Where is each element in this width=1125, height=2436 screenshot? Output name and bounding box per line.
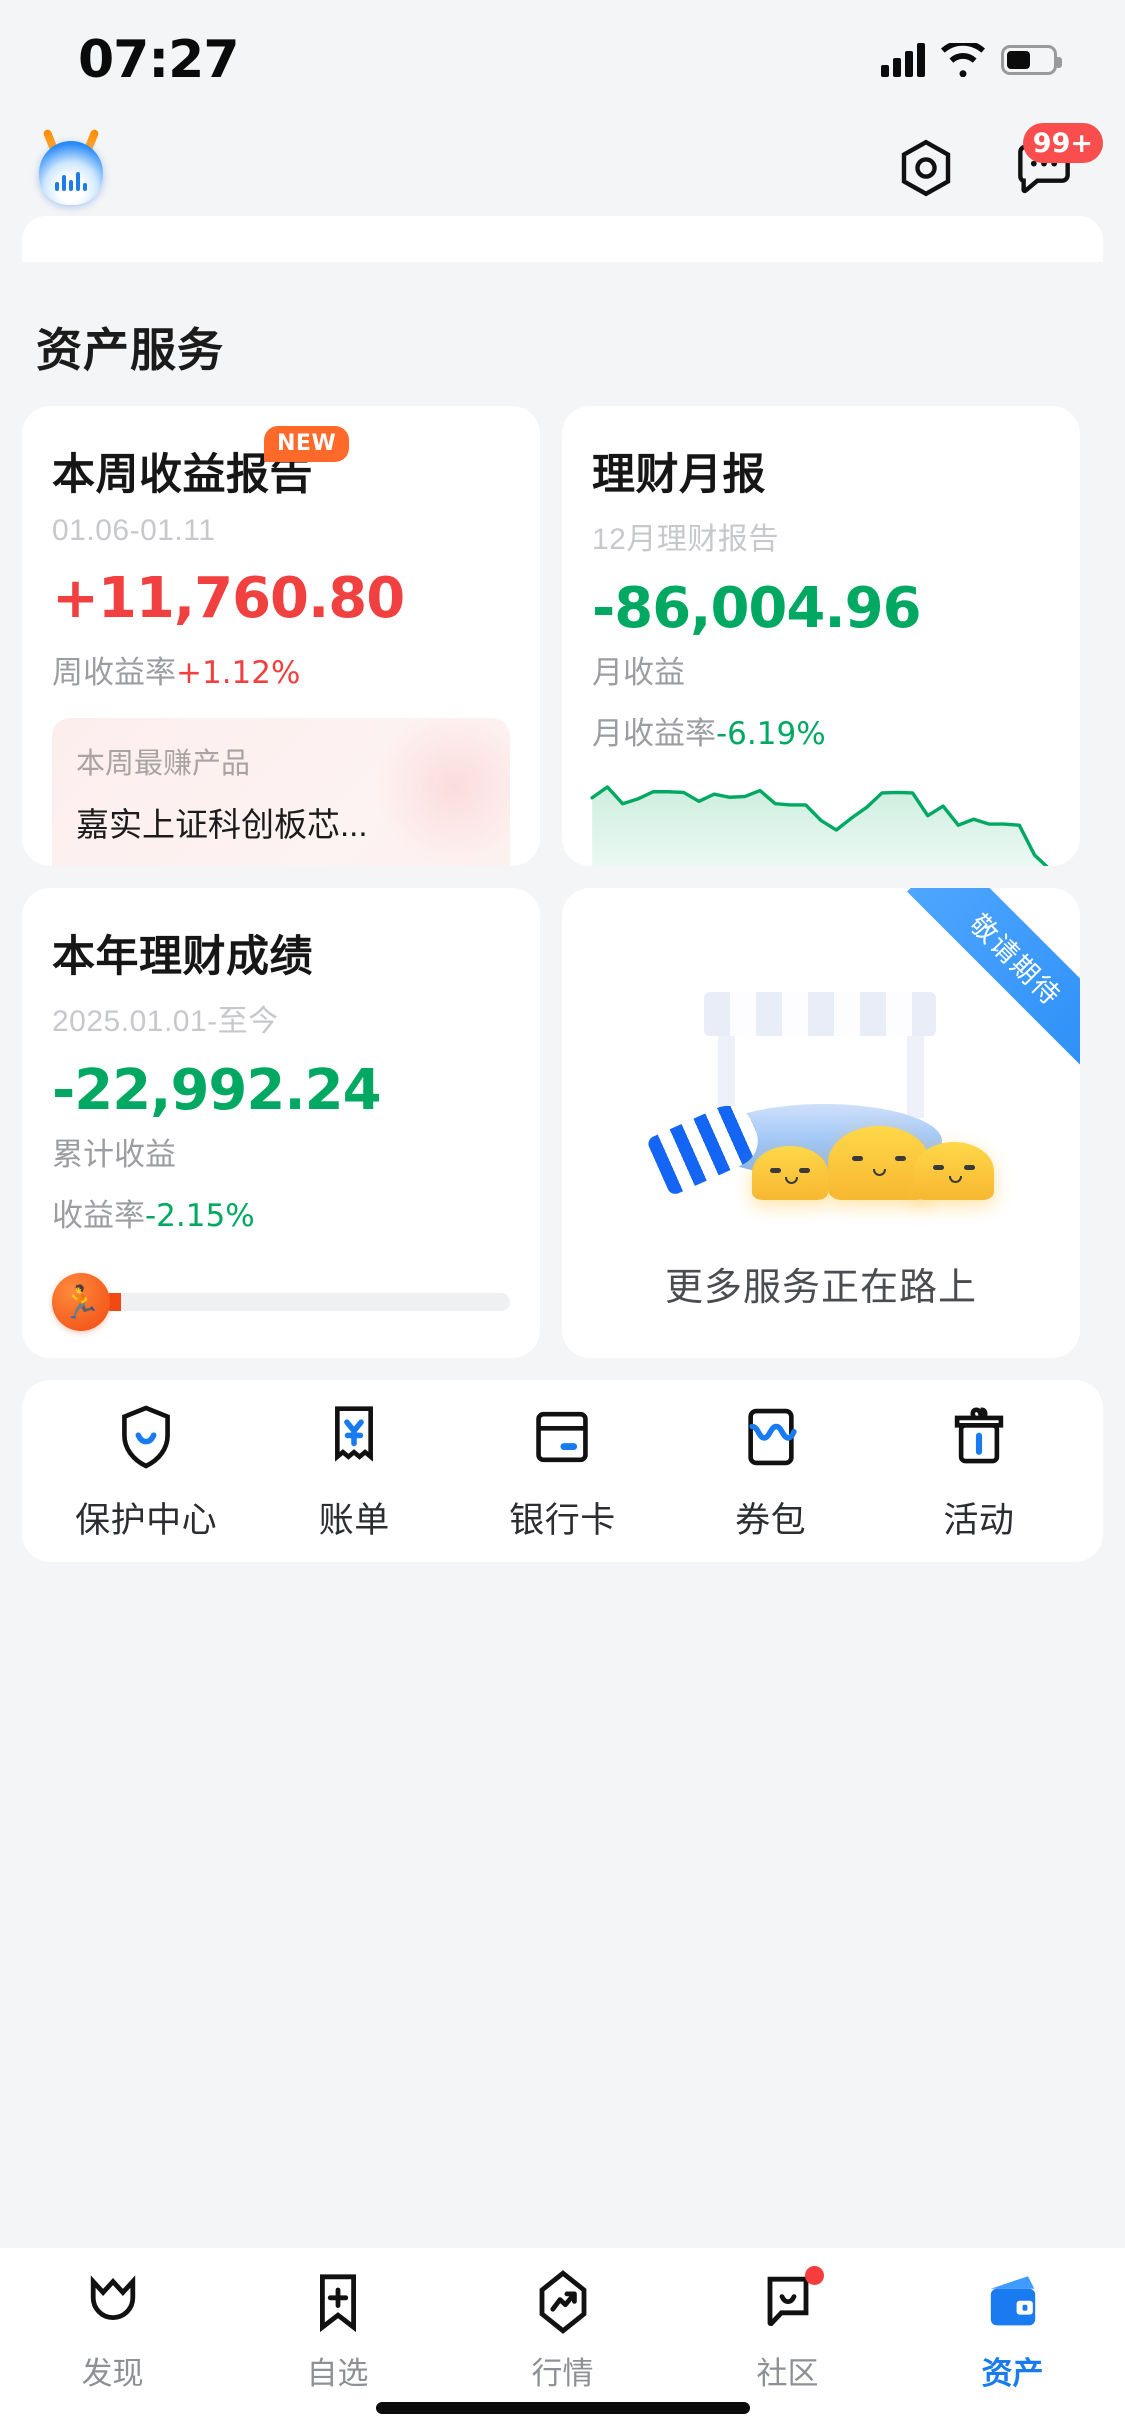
quick-link-coupon[interactable]: 券包 — [676, 1400, 866, 1543]
runner-icon: 🏃 — [52, 1273, 110, 1331]
yearly-progress: 🏃 — [52, 1273, 510, 1331]
market-icon — [539, 2270, 586, 2334]
status-time: 07:27 — [78, 30, 240, 90]
app-logo[interactable] — [30, 127, 112, 209]
bill-icon — [335, 1405, 374, 1462]
yearly-amount-label: 累计收益 — [52, 1137, 176, 1172]
new-badge: NEW — [264, 426, 350, 462]
quick-link-bankcard[interactable]: 银行卡 — [467, 1400, 657, 1543]
monthly-subtitle: 12月理财报告 — [592, 523, 779, 556]
yearly-rate-row: 收益率-2.15% — [52, 1190, 510, 1235]
message-badge: 99+ — [1022, 123, 1103, 163]
app-screen: 07:27 99+ 资产服务 本周收益报告 NEW 01.06-01.11 +1… — [0, 0, 1125, 2436]
yearly-rate-label: 收益率 — [52, 1198, 145, 1233]
asset-service-card-grid: 本周收益报告 NEW 01.06-01.11 +11,760.80 周收益率+1… — [0, 406, 1125, 1358]
weekly-date-range: 01.06-01.11 — [52, 514, 216, 547]
yearly-performance-card[interactable]: 本年理财成绩 2025.01.01-至今 -22,992.24 累计收益 收益率… — [22, 888, 540, 1358]
coupon-icon — [747, 1408, 797, 1465]
tab-label: 社区 — [756, 2356, 819, 2391]
app-header-actions: 99+ — [893, 123, 1103, 201]
coming-soon-card[interactable]: 敬请期待 更多服务正在路上 — [562, 888, 1080, 1358]
yearly-amount: -22,992.24 — [52, 1058, 382, 1123]
yearly-date-range: 2025.01.01-至今 — [52, 1005, 279, 1038]
weekly-rate-value: +1.12% — [176, 655, 301, 691]
message-icon[interactable]: 99+ — [1011, 123, 1103, 201]
monthly-report-card[interactable]: 理财月报 12月理财报告 -86,004.96 月收益 月收益率-6.19% — [562, 406, 1080, 866]
tab-assets[interactable]: 资产 — [900, 2266, 1125, 2393]
food-stall-illustration — [645, 992, 994, 1222]
cellular-signal-icon — [881, 43, 925, 77]
quick-link-protection[interactable]: 保护中心 — [51, 1400, 241, 1543]
home-indicator — [375, 2402, 750, 2414]
monthly-card-title: 理财月报 — [592, 451, 766, 499]
wifi-icon — [941, 43, 985, 77]
quick-link-label: 保护中心 — [75, 1500, 218, 1540]
weekly-rate-row: 周收益率+1.12% — [52, 647, 510, 692]
monthly-rate-value: -6.19% — [716, 716, 826, 752]
page-title: 资产服务 — [36, 324, 224, 376]
monthly-return-chart: 12-01 12-31 — [586, 775, 1056, 866]
status-bar: 07:27 — [0, 0, 1125, 120]
monthly-amount-label: 月收益 — [592, 655, 685, 690]
tab-community[interactable]: 社区 — [675, 2266, 900, 2393]
shield-icon — [122, 1405, 170, 1469]
community-notification-dot — [805, 2266, 824, 2285]
monthly-chart-svg — [590, 785, 1049, 866]
tab-watchlist[interactable]: 自选 — [225, 2266, 450, 2393]
tab-label: 发现 — [81, 2356, 144, 2391]
quick-links-bar: 保护中心 账单 银行卡 券包 活动 — [22, 1380, 1103, 1562]
weekly-amount: +11,760.80 — [52, 566, 405, 631]
assets-icon — [990, 2276, 1035, 2326]
watchlist-icon — [319, 2274, 356, 2333]
battery-icon — [1001, 45, 1062, 75]
yearly-rate-value: -2.15% — [145, 1198, 255, 1234]
tab-label: 自选 — [306, 2356, 369, 2391]
quick-link-label: 活动 — [943, 1500, 1015, 1540]
quick-link-label: 账单 — [318, 1500, 390, 1540]
app-header: 99+ — [0, 120, 1125, 216]
progress-track — [102, 1293, 510, 1311]
discover-icon — [90, 2275, 135, 2320]
weekly-card-header: 本周收益报告 NEW — [52, 426, 510, 502]
weekly-rate-label: 周收益率 — [52, 655, 176, 690]
quick-link-label: 银行卡 — [509, 1500, 616, 1540]
best-product-name: 嘉实上证科创板芯... — [74, 798, 370, 846]
tab-market[interactable]: 行情 — [450, 2266, 675, 2393]
tab-discover[interactable]: 发现 — [0, 2266, 225, 2393]
content-top-strip — [22, 216, 1103, 262]
camera-scan-icon[interactable] — [893, 135, 959, 201]
status-icons — [881, 43, 1062, 77]
weekly-report-card[interactable]: 本周收益报告 NEW 01.06-01.11 +11,760.80 周收益率+1… — [22, 406, 540, 866]
yearly-card-title: 本年理财成绩 — [52, 933, 313, 981]
tab-label: 行情 — [531, 2356, 594, 2391]
quick-link-bill[interactable]: 账单 — [259, 1400, 449, 1543]
monthly-rate-row: 月收益率-6.19% — [592, 708, 1050, 753]
monthly-rate-label: 月收益率 — [592, 716, 716, 751]
bank-card-icon — [536, 1411, 589, 1462]
best-product-label: 本周最赚产品 — [76, 748, 251, 780]
best-product-box[interactable]: 本周最赚产品 嘉实上证科创板芯... +9,076.60 — [52, 718, 510, 866]
best-product-value: +9,076.60 — [76, 862, 486, 866]
quick-link-activity[interactable]: 活动 — [884, 1400, 1074, 1543]
monthly-amount: -86,004.96 — [592, 576, 922, 641]
tab-label: 资产 — [981, 2356, 1044, 2391]
gift-icon — [954, 1407, 1004, 1463]
coming-soon-caption: 更多服务正在路上 — [664, 1267, 977, 1309]
quick-link-label: 券包 — [735, 1500, 807, 1540]
